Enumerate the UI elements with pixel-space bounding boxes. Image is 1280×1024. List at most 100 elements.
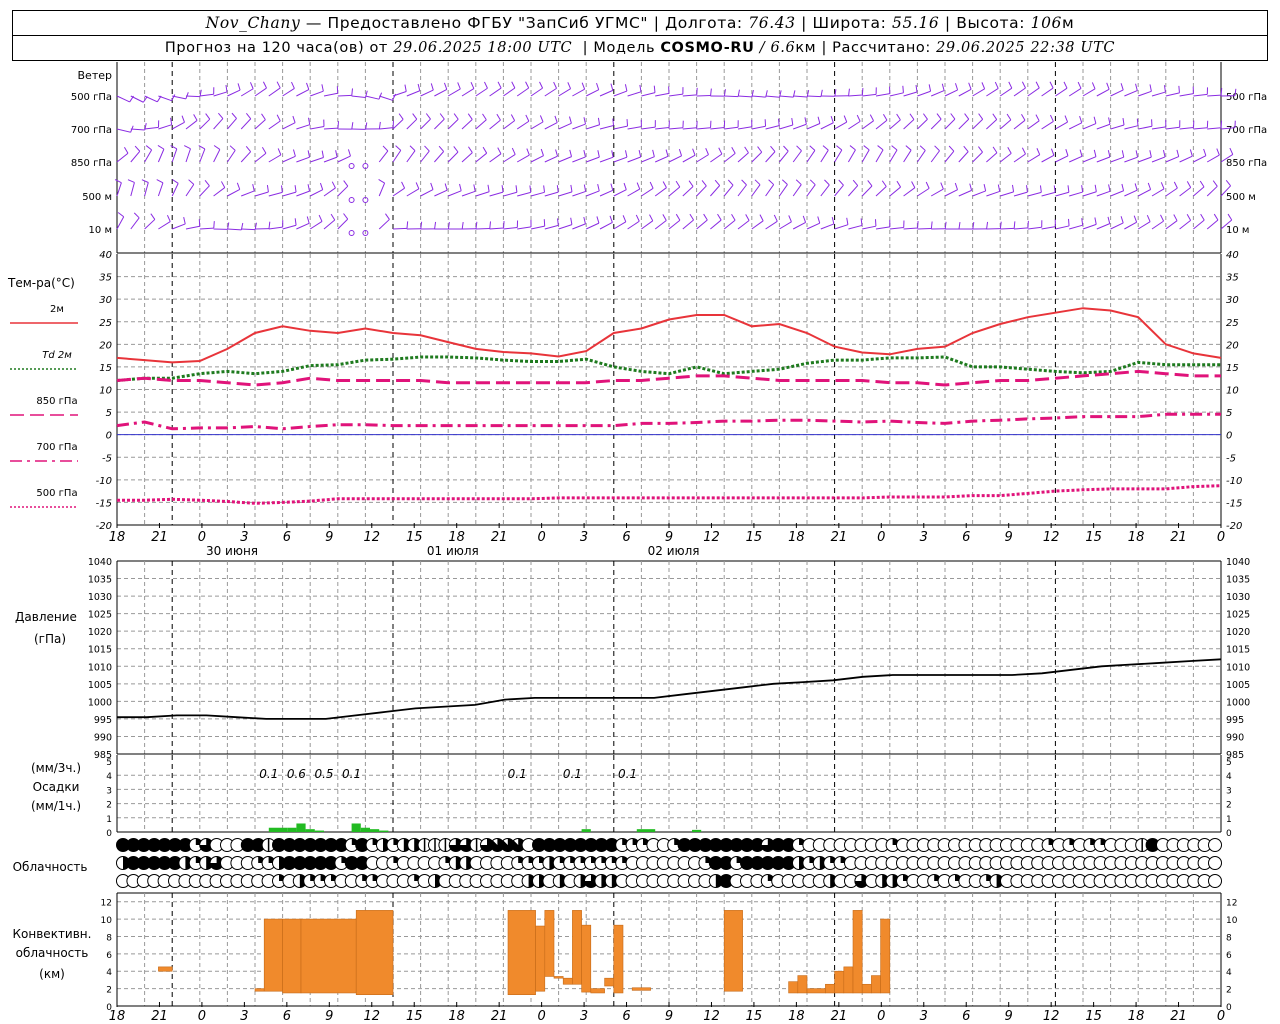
wind-barb-flag [347,149,351,157]
wind-barb [958,88,972,97]
wind-barb [282,155,296,163]
wind-barb [1069,191,1083,197]
wind-barb [447,151,459,163]
wind-barb [1041,120,1054,130]
wind-barb-flag [1134,183,1138,191]
wind-barb [1068,155,1083,163]
wind-barb-flag [425,113,431,120]
wind-barb [130,150,141,163]
wind-barb-flag [365,122,368,130]
pressure-unit: (гПа) [34,632,66,646]
wind-barb [1193,155,1207,163]
wind-barb [627,188,640,197]
wind-barb [517,191,531,197]
wind-barb-flag [183,145,191,150]
wind-barb [1124,90,1138,97]
conv-time-tick: 15 [1085,1009,1102,1024]
wind-barb [268,191,283,197]
wind-barb [116,128,131,133]
wind-barb [1013,227,1028,230]
wind-barb [627,220,640,230]
wind-barb-flag [181,115,185,123]
cloud-title: Облачность [13,860,88,874]
wind-barb [558,224,573,230]
wind-barb [1110,190,1124,197]
wind-barb-flag [922,113,928,120]
temp-ytick-right: 20 [1226,340,1239,351]
wind-barb [917,118,928,130]
wind-barb-flag [225,84,228,93]
temp-ytick: 30 [99,295,112,306]
wind-barb [1082,156,1097,163]
wind-barb [1165,92,1180,97]
wind-barb [931,90,945,97]
temp-time-tick: 3 [580,530,588,545]
wind-barb [751,151,763,163]
wind-barb-flag [843,115,848,123]
wind-barb-flag [424,145,430,152]
wind-barb [448,190,462,197]
wind-barb-flag [470,81,475,89]
conv-title: Конвективн. [13,927,92,941]
wind-barb [503,191,518,197]
wind-barb [710,185,721,197]
conv-ytick: 8 [106,933,112,943]
pressure-ytick: 1025 [88,610,112,621]
wind-barb-flag [636,182,641,190]
wind-barb [544,155,558,163]
wind-barb-flag [778,118,780,126]
wind-barb-flag [398,113,404,120]
temp-time-tick: 6 [283,530,291,545]
wind-barb-flag [567,82,572,89]
wind-barb [765,125,780,130]
conv-ytick: 4 [106,968,112,978]
temp-ytick-right: 30 [1226,295,1239,306]
wind-barb [323,219,336,230]
wind-barb-flag [1094,217,1097,225]
wind-barb [737,220,750,230]
conv-time-tick: 3 [240,1009,248,1024]
wind-barb [144,95,158,103]
wind-barb [958,151,969,163]
wind-barb [1082,223,1097,230]
wind-barb-flag [319,182,324,190]
wind-barb-flag [802,215,807,223]
conv-bar [806,988,826,994]
wind-barb [1068,122,1082,130]
wind-barb [820,149,829,163]
wind-barb-flag [439,113,445,120]
cloud-cover-symbol [1208,856,1222,870]
wind-barb [848,185,859,197]
wind-barb [599,189,614,197]
wind-barb-flag [343,213,349,220]
wind-barb-flag [1049,81,1054,89]
wind-barb-flag [406,221,409,229]
wind-barb [779,124,793,130]
wind-barb-flag [245,145,252,152]
wind-barb [792,150,802,163]
wind-barb [378,182,386,197]
wind-barb [268,226,283,230]
wind-barb-flag [401,181,406,189]
wind-barb [889,119,901,130]
wind-barb-flag [133,212,140,219]
conv-bar [861,983,872,994]
wind-barb-flag [717,213,722,221]
wind-barb [999,87,1013,97]
wind-title: Ветер [78,69,112,82]
wind-barb [130,95,144,103]
wind-barb-flag [745,214,750,221]
precip-3h-label: 0.1 [508,767,527,781]
wind-barb-flag [170,145,178,150]
wind-barb [282,88,295,97]
wind-barb [586,124,600,130]
wind-barb-flag [791,117,794,126]
wind-barb-flag [337,121,340,129]
wind-barb [875,93,890,97]
wind-barb [958,118,970,130]
wind-barb-flag [948,145,955,152]
wind-barb-flag [529,185,532,193]
wind-barb [627,126,642,130]
precip-ytick: 4 [106,772,112,782]
conv-bar [843,966,854,994]
